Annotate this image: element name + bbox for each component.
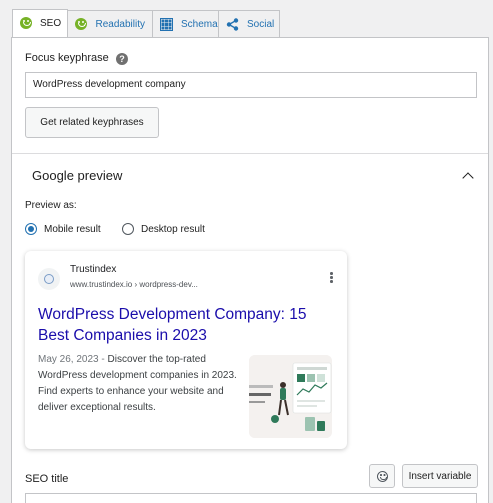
metabox-tabs: SEO Readability Schema Social <box>12 9 280 37</box>
tab-schema-label: Schema <box>181 18 218 30</box>
help-icon[interactable]: ? <box>116 53 128 65</box>
result-date: May 26, 2023 <box>38 354 99 365</box>
result-description: May 26, 2023 - Discover the top-rated Wo… <box>38 352 243 416</box>
tab-schema[interactable]: Schema <box>152 10 219 37</box>
desktop-result-radio[interactable] <box>122 223 134 235</box>
tab-seo[interactable]: SEO <box>12 9 68 37</box>
mobile-result-label[interactable]: Mobile result <box>44 224 101 235</box>
site-name: Trustindex <box>70 264 117 275</box>
favicon-icon <box>38 268 60 290</box>
smiley-icon <box>20 17 32 30</box>
get-related-keyphrases-button[interactable]: Get related keyphrases <box>25 107 159 138</box>
desktop-result-label[interactable]: Desktop result <box>141 224 205 235</box>
preview-as-label: Preview as: <box>25 200 77 211</box>
seo-title-label: SEO title <box>25 473 69 485</box>
tab-social-label: Social <box>247 18 275 30</box>
grid-icon <box>160 17 173 31</box>
emoji-button[interactable] <box>369 464 395 488</box>
divider <box>12 153 488 154</box>
insert-variable-button[interactable]: Insert variable <box>402 464 478 488</box>
seo-panel: Focus keyphrase ? WordPress development … <box>11 37 489 503</box>
chevron-up-icon[interactable] <box>462 172 474 184</box>
tab-readability-label: Readability <box>95 18 145 30</box>
focus-keyphrase-label: Focus keyphrase <box>25 52 109 64</box>
focus-keyphrase-input[interactable]: WordPress development company <box>25 72 477 98</box>
site-url: www.trustindex.io › wordpress-dev... <box>70 280 198 289</box>
seo-title-input[interactable] <box>25 493 477 503</box>
smiley-icon <box>75 17 88 31</box>
google-preview-title[interactable]: Google preview <box>32 168 122 183</box>
date-separator: - <box>98 354 108 365</box>
google-preview-card: Trustindex www.trustindex.io › wordpress… <box>25 251 347 449</box>
result-thumbnail <box>249 355 332 438</box>
tab-social[interactable]: Social <box>218 10 280 37</box>
result-title[interactable]: WordPress Development Company: 15 Best C… <box>38 304 328 346</box>
tab-readability[interactable]: Readability <box>67 10 153 37</box>
emoji-icon <box>376 470 388 482</box>
share-icon <box>226 17 239 31</box>
more-options-icon[interactable] <box>330 272 333 284</box>
tab-seo-label: SEO <box>40 18 62 29</box>
mobile-result-radio[interactable] <box>25 223 37 235</box>
